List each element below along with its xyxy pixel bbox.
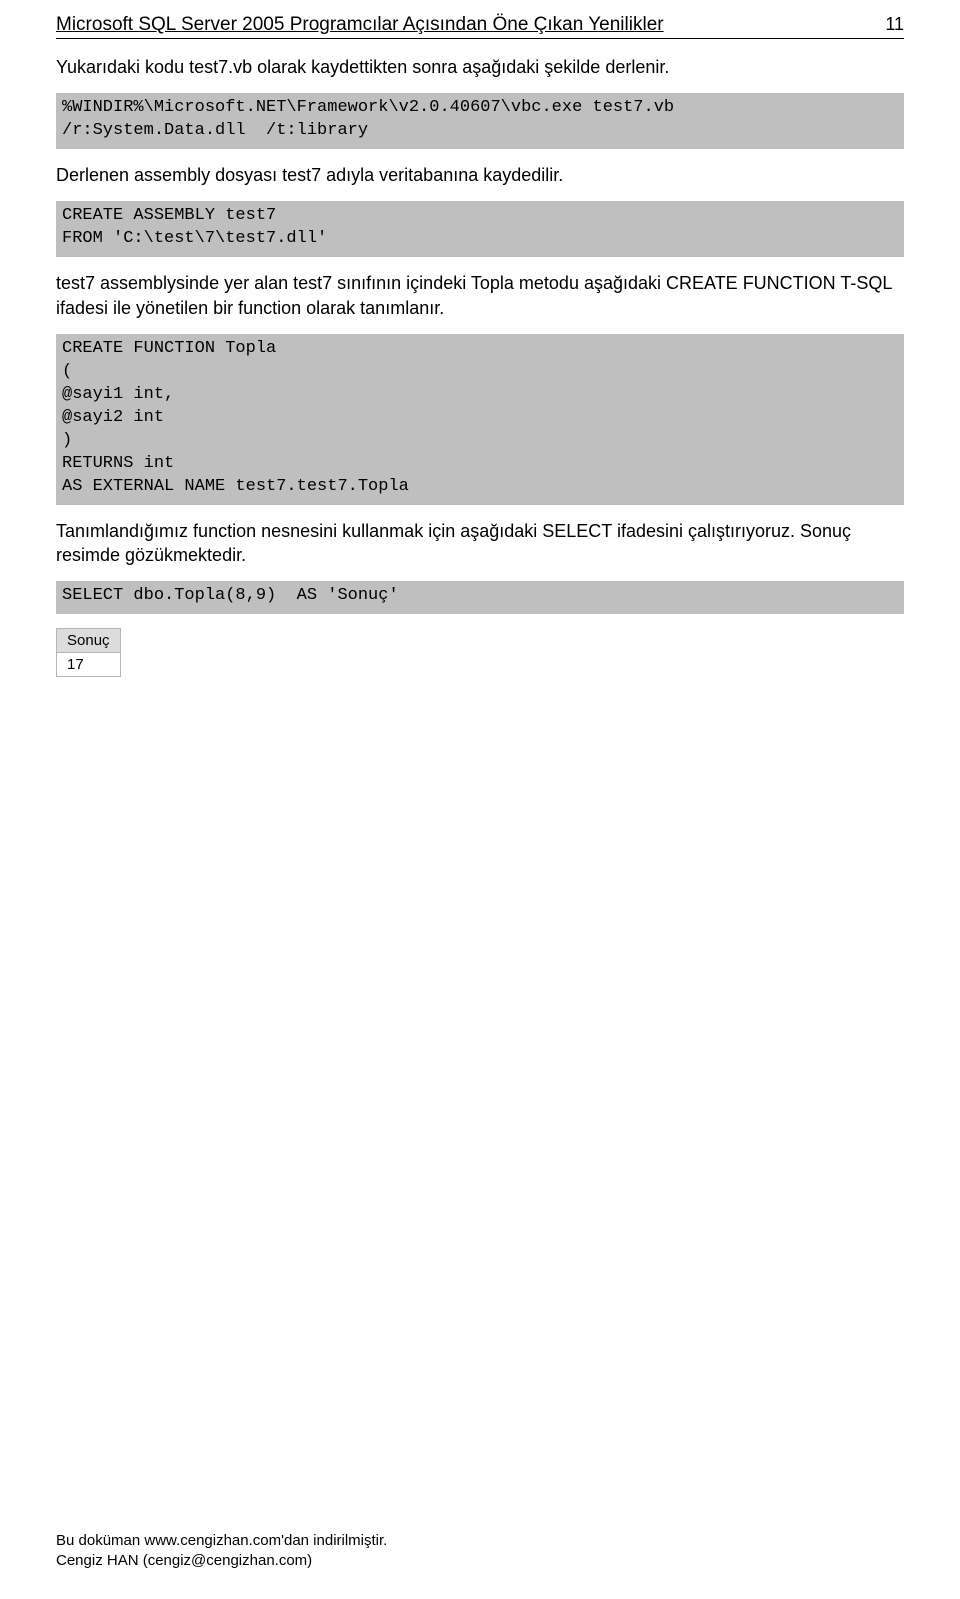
table-row: 17: [57, 653, 121, 677]
paragraph-3: test7 assemblysinde yer alan test7 sınıf…: [56, 271, 904, 320]
paragraph-1: Yukarıdaki kodu test7.vb olarak kaydetti…: [56, 55, 904, 79]
code-block-create-function: CREATE FUNCTION Topla ( @sayi1 int, @say…: [56, 334, 904, 505]
result-header: Sonuç: [57, 629, 121, 653]
page-title: Microsoft SQL Server 2005 Programcılar A…: [56, 14, 873, 36]
code-block-compile: %WINDIR%\Microsoft.NET\Framework\v2.0.40…: [56, 93, 904, 149]
code-block-select: SELECT dbo.Topla(8,9) AS 'Sonuç': [56, 581, 904, 614]
result-value: 17: [57, 653, 121, 677]
code-block-create-assembly: CREATE ASSEMBLY test7 FROM 'C:\test\7\te…: [56, 201, 904, 257]
header: Microsoft SQL Server 2005 Programcılar A…: [56, 8, 904, 39]
page: Microsoft SQL Server 2005 Programcılar A…: [0, 0, 960, 1599]
footer-line-2: Cengiz HAN (cengiz@cengizhan.com): [56, 1551, 387, 1571]
footer: Bu doküman www.cengizhan.com'dan indiril…: [56, 1531, 387, 1572]
table-row: Sonuç: [57, 629, 121, 653]
footer-line-1: Bu doküman www.cengizhan.com'dan indiril…: [56, 1531, 387, 1551]
result-table: Sonuç 17: [56, 628, 121, 677]
page-number: 11: [885, 8, 904, 35]
paragraph-2: Derlenen assembly dosyası test7 adıyla v…: [56, 163, 904, 187]
paragraph-4: Tanımlandığımız function nesnesini kulla…: [56, 519, 904, 568]
